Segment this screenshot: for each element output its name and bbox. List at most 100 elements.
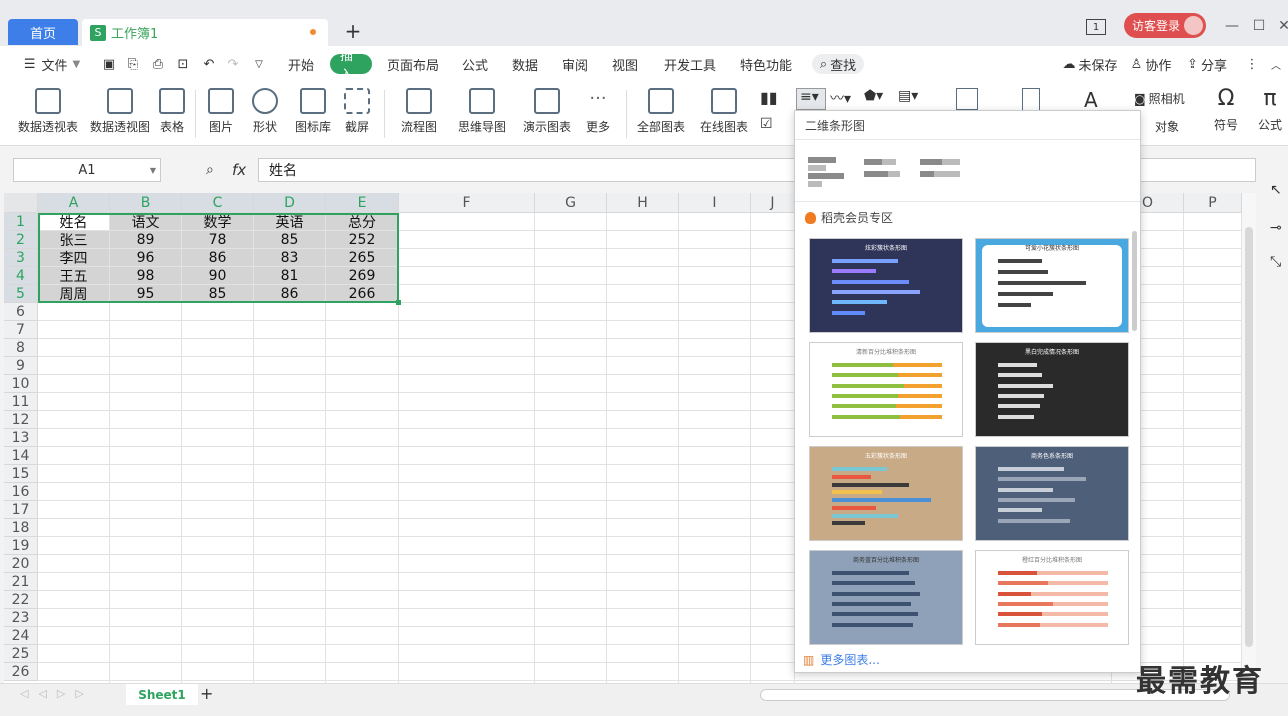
row-header[interactable]: 18 bbox=[4, 519, 38, 537]
print-icon[interactable]: ⎙ bbox=[149, 54, 167, 74]
data-cell[interactable]: 李四 bbox=[38, 249, 110, 267]
data-cell[interactable]: 252 bbox=[326, 231, 399, 249]
row-header[interactable]: 3 bbox=[4, 249, 38, 267]
camera-button[interactable]: ◙ 照相机 bbox=[1134, 90, 1185, 107]
header-footer-icon[interactable] bbox=[1022, 88, 1040, 112]
cursor-icon[interactable]: ↖ bbox=[1270, 182, 1282, 198]
format-painter-icon[interactable]: ⎘ bbox=[124, 54, 142, 74]
stock-chart-icon[interactable]: ▤▾ bbox=[898, 88, 928, 110]
equation-button[interactable]: π 公式 bbox=[1252, 86, 1288, 142]
column-header[interactable]: P bbox=[1184, 193, 1242, 213]
mindmap-button[interactable]: 思维导图 bbox=[452, 86, 512, 142]
row-header[interactable]: 5 bbox=[4, 285, 38, 303]
minimize-icon[interactable]: — bbox=[1222, 16, 1242, 36]
tab-developer[interactable]: 开发工具 bbox=[660, 54, 720, 74]
tab-workbook[interactable]: S 工作簿1 bbox=[82, 19, 328, 46]
row-header[interactable]: 19 bbox=[4, 537, 38, 555]
pivot-chart-button[interactable]: 数据透视图 bbox=[88, 86, 152, 142]
tab-formula[interactable]: 公式 bbox=[456, 54, 494, 74]
stacked-bar-option[interactable] bbox=[864, 153, 906, 191]
column-header[interactable]: H bbox=[607, 193, 679, 213]
flowchart-button[interactable]: 流程图 bbox=[394, 86, 444, 142]
maximize-icon[interactable]: ☐ bbox=[1249, 16, 1269, 36]
demo-chart-button[interactable]: 演示图表 bbox=[520, 86, 574, 142]
percent-stacked-bar-option[interactable] bbox=[920, 153, 962, 191]
undo-icon[interactable]: ↶ bbox=[200, 54, 218, 74]
header-cell[interactable]: 姓名 bbox=[38, 213, 110, 231]
data-cell[interactable]: 95 bbox=[110, 285, 182, 303]
header-cell[interactable]: 语文 bbox=[110, 213, 182, 231]
line-chart-icon[interactable]: 〰▾ bbox=[830, 88, 860, 110]
row-header[interactable]: 22 bbox=[4, 591, 38, 609]
vertical-scrollbar[interactable] bbox=[1242, 193, 1256, 683]
column-header[interactable]: G bbox=[535, 193, 607, 213]
textbox-icon[interactable] bbox=[956, 88, 978, 110]
chart-template[interactable]: 橙红百分比堆积条形图 bbox=[975, 550, 1129, 645]
chart-template[interactable]: 商务蓝百分比堆积条形图 bbox=[809, 550, 963, 645]
file-menu[interactable]: ☰ 文件 ▼ bbox=[18, 54, 86, 74]
new-tab-button[interactable]: + bbox=[340, 18, 366, 44]
data-cell[interactable]: 张三 bbox=[38, 231, 110, 249]
fill-handle[interactable] bbox=[396, 300, 401, 305]
customize-dropdown-icon[interactable]: ▽ bbox=[250, 54, 268, 74]
data-cell[interactable]: 90 bbox=[182, 267, 254, 285]
column-header[interactable]: E bbox=[326, 193, 399, 213]
data-cell[interactable]: 269 bbox=[326, 267, 399, 285]
data-cell[interactable]: 265 bbox=[326, 249, 399, 267]
row-header[interactable]: 1 bbox=[4, 213, 38, 231]
radar-chart-icon[interactable]: ⬟▾ bbox=[864, 88, 894, 110]
chart-template[interactable]: 清新百分比堆积条形图 bbox=[809, 342, 963, 437]
tab-start[interactable]: 开始 bbox=[282, 54, 320, 74]
row-header[interactable]: 13 bbox=[4, 429, 38, 447]
header-cell[interactable]: 总分 bbox=[326, 213, 399, 231]
chart-template[interactable]: 炫彩簇状条形图 bbox=[809, 238, 963, 333]
pivot-table-button[interactable]: 数据透视表 bbox=[16, 86, 80, 142]
screenshot-button[interactable]: 截屏 bbox=[338, 86, 376, 142]
data-cell[interactable]: 81 bbox=[254, 267, 326, 285]
object-button[interactable]: 对象 bbox=[1155, 118, 1179, 135]
row-header[interactable]: 23 bbox=[4, 609, 38, 627]
row-header[interactable]: 7 bbox=[4, 321, 38, 339]
collaborate-button[interactable]: ♙ 协作 bbox=[1126, 54, 1176, 74]
shape-button[interactable]: 形状 bbox=[246, 86, 284, 142]
data-cell[interactable]: 86 bbox=[182, 249, 254, 267]
column-header[interactable]: C bbox=[182, 193, 254, 213]
row-header[interactable]: 25 bbox=[4, 645, 38, 663]
data-cell[interactable]: 85 bbox=[254, 231, 326, 249]
column-header[interactable]: I bbox=[679, 193, 751, 213]
select-all-corner[interactable] bbox=[4, 193, 38, 213]
print-preview-icon[interactable]: ⊡ bbox=[174, 54, 192, 74]
row-header[interactable]: 15 bbox=[4, 465, 38, 483]
chart-template[interactable]: 可爱小花簇状条形图 bbox=[975, 238, 1129, 333]
name-box[interactable]: A1 ▼ bbox=[13, 158, 161, 182]
collapse-ribbon-icon[interactable]: ︿ bbox=[1268, 54, 1284, 74]
sheet-nav-arrows-icon[interactable]: ◁◁▷▷ bbox=[20, 687, 94, 700]
save-icon[interactable]: ▣ bbox=[100, 54, 118, 74]
data-cell[interactable]: 96 bbox=[110, 249, 182, 267]
column-chart-icon[interactable]: ▮▮ bbox=[760, 88, 790, 110]
search-box[interactable]: ⌕ 查找 bbox=[812, 54, 864, 74]
column-header[interactable]: J bbox=[751, 193, 795, 213]
icon-library-button[interactable]: 图标库 bbox=[294, 86, 332, 142]
unsaved-status[interactable]: ☁ 未保存 bbox=[1060, 54, 1120, 74]
column-header[interactable]: B bbox=[110, 193, 182, 213]
redo-icon[interactable]: ↷ bbox=[224, 54, 242, 74]
popup-scrollbar-thumb[interactable] bbox=[1132, 231, 1137, 331]
row-header[interactable]: 8 bbox=[4, 339, 38, 357]
close-icon[interactable]: ✕ bbox=[1274, 16, 1288, 36]
data-cell[interactable]: 85 bbox=[182, 285, 254, 303]
row-header[interactable]: 26 bbox=[4, 663, 38, 681]
share-button[interactable]: ⇪ 分享 bbox=[1182, 54, 1232, 74]
data-cell[interactable]: 98 bbox=[110, 267, 182, 285]
row-header[interactable]: 16 bbox=[4, 483, 38, 501]
row-header[interactable]: 14 bbox=[4, 447, 38, 465]
column-header[interactable]: F bbox=[399, 193, 535, 213]
table-button[interactable]: 表格 bbox=[156, 86, 188, 142]
clustered-bar-option[interactable] bbox=[808, 153, 850, 191]
scrollbar-thumb[interactable] bbox=[1245, 227, 1253, 647]
transform-icon[interactable]: ⤡ bbox=[1270, 254, 1281, 270]
zoom-icon[interactable]: ⌕ bbox=[206, 162, 214, 178]
online-charts-button[interactable]: 在线图表 bbox=[694, 86, 754, 142]
tab-features[interactable]: 特色功能 bbox=[736, 54, 796, 74]
data-cell[interactable]: 89 bbox=[110, 231, 182, 249]
